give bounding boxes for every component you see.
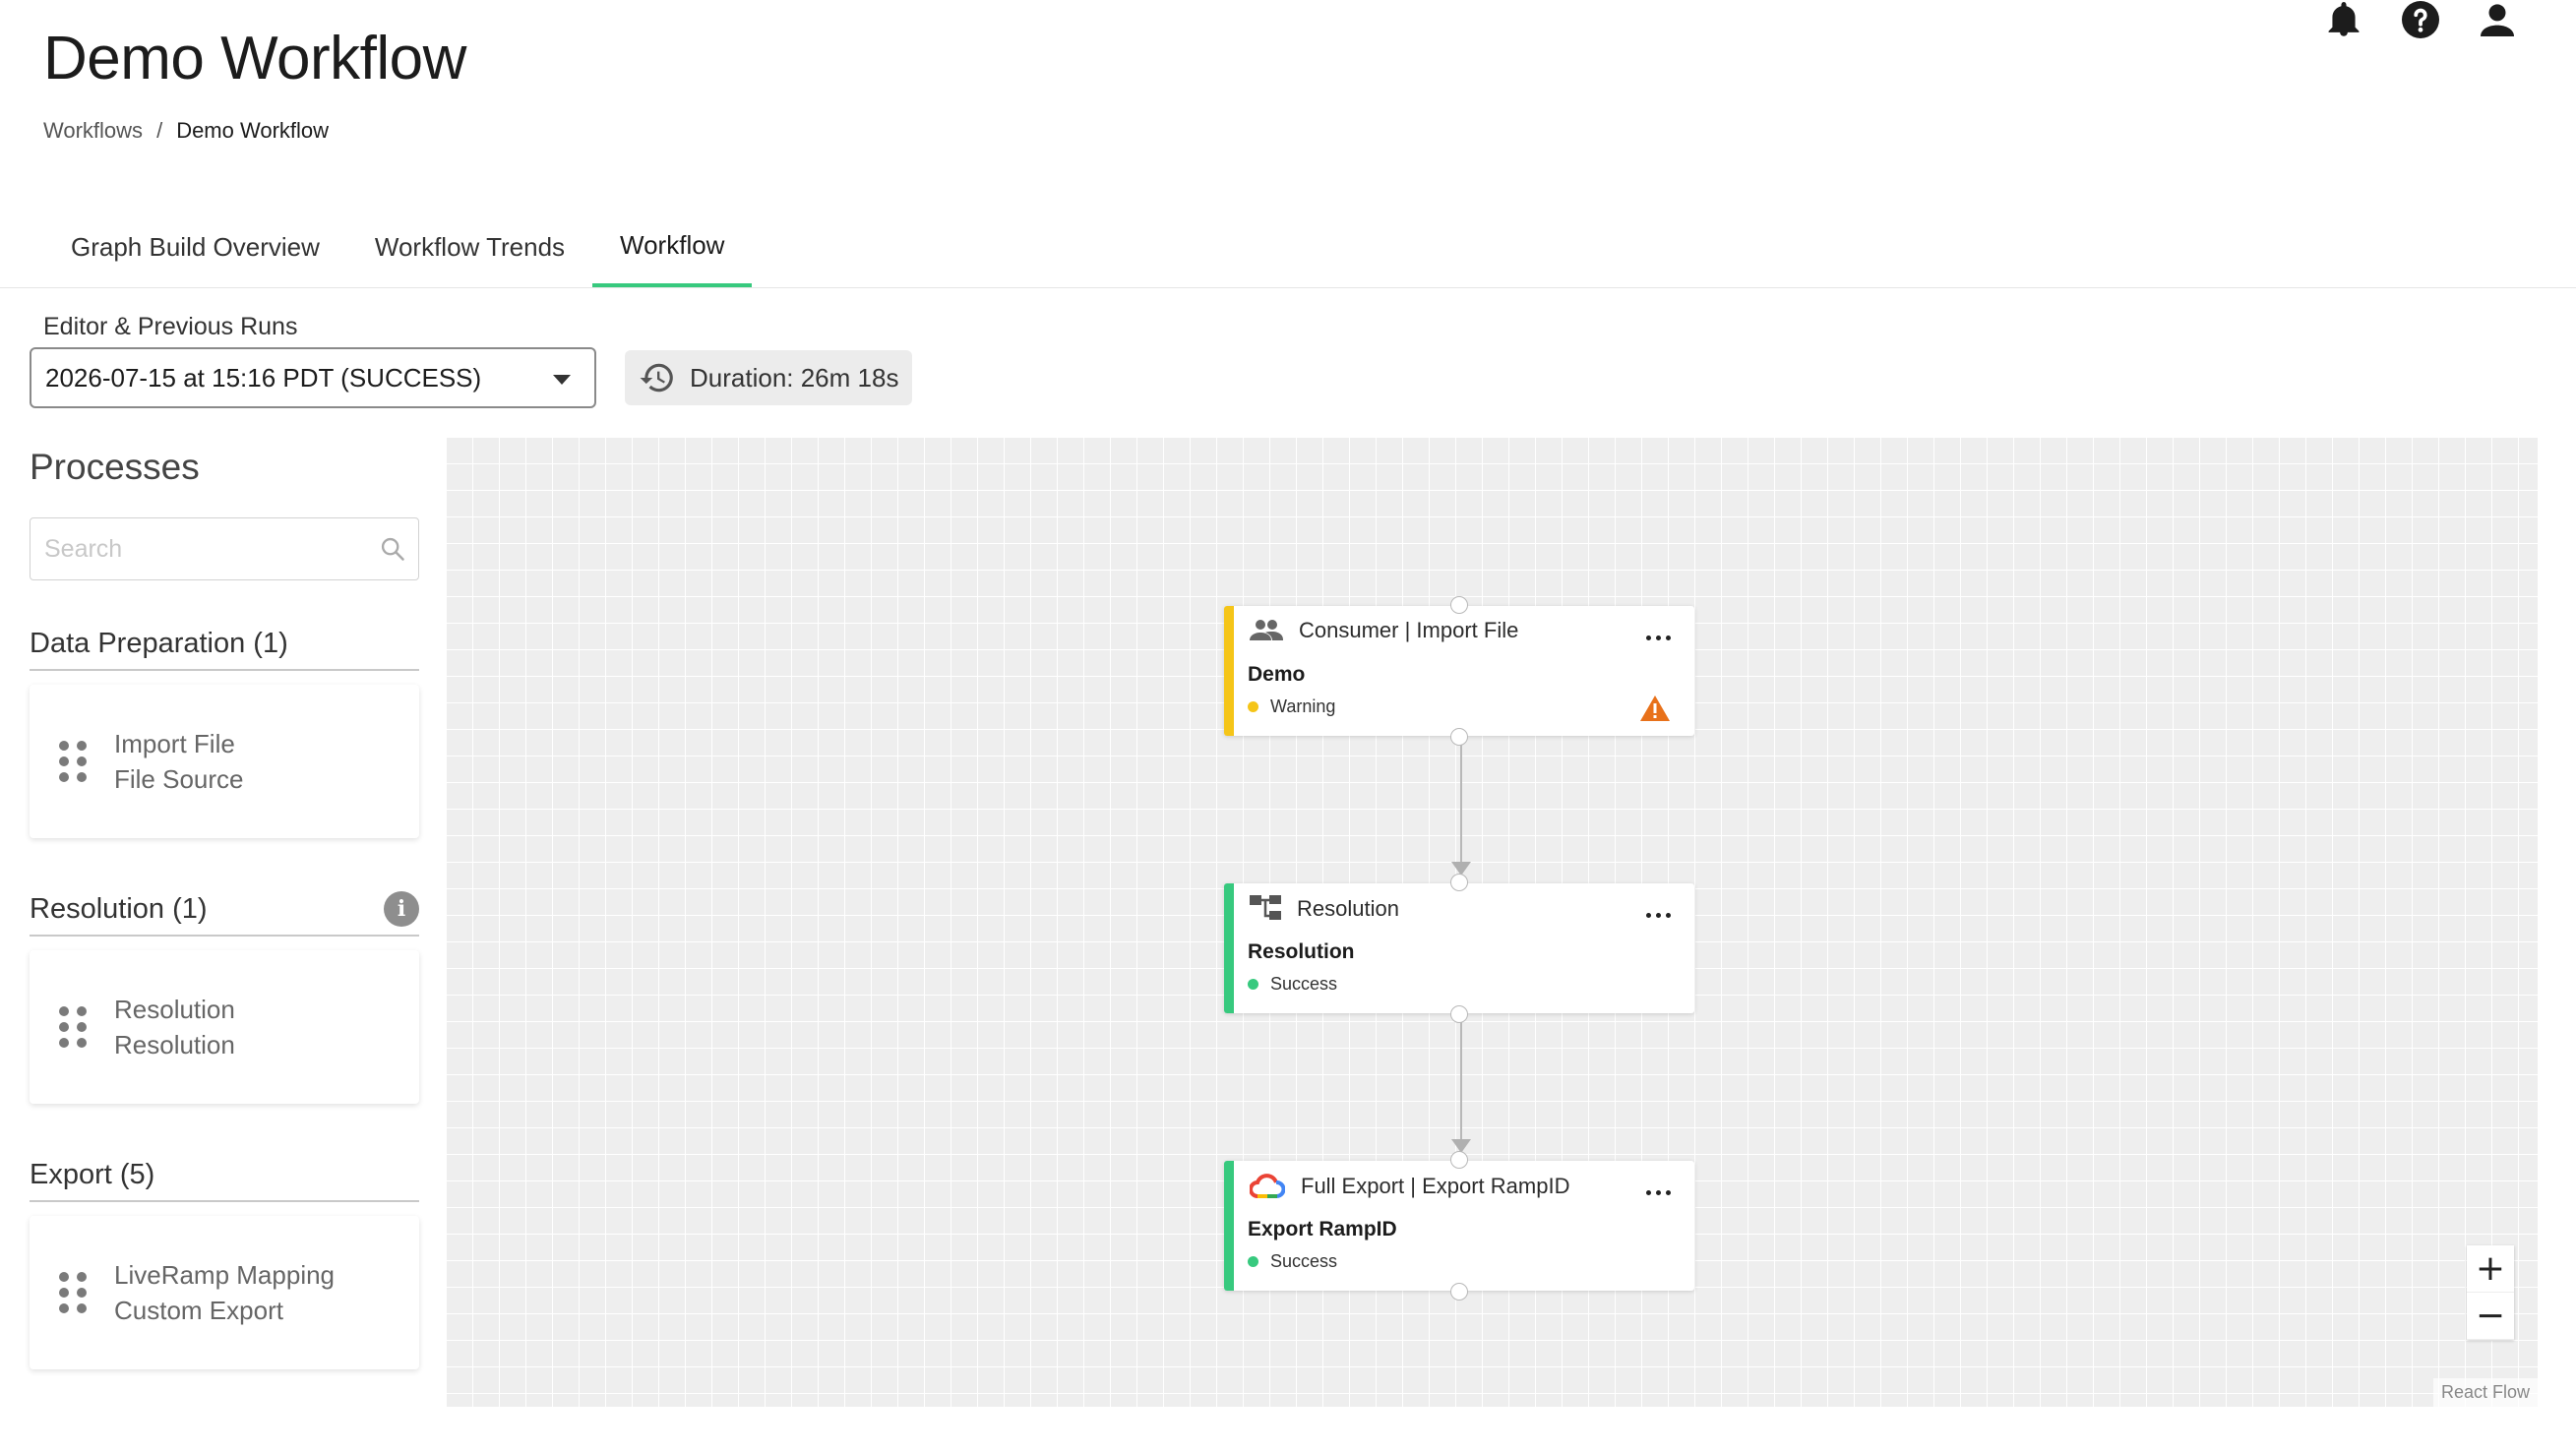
group-data-preparation: Data Preparation (1) Import File File So… [30, 618, 419, 838]
breadcrumb: Workflows / Demo Workflow [43, 118, 329, 144]
user-icon[interactable] [2478, 0, 2517, 39]
users-icon [1250, 620, 1283, 640]
tabs-divider [0, 287, 2576, 288]
workflow-node-import[interactable]: Consumer | Import File Demo Warning [1224, 596, 1694, 746]
zoom-out-button[interactable]: − [2467, 1293, 2514, 1340]
runs-select[interactable]: 2026-07-15 at 15:16 PDT (SUCCESS) [30, 347, 596, 408]
header-icons [2324, 0, 2517, 39]
group-title: Resolution (1) [30, 892, 208, 925]
workflow-node-export[interactable]: Full Export | Export RampID Export RampI… [1224, 1151, 1694, 1301]
group-title: Export (5) [30, 1158, 155, 1190]
group-header[interactable]: Resolution (1) i [30, 883, 419, 937]
zoom-controls: + − [2467, 1245, 2514, 1340]
group-header[interactable]: Data Preparation (1) [30, 618, 419, 671]
drag-handle-icon[interactable] [59, 1006, 87, 1048]
breadcrumb-separator: / [156, 118, 163, 143]
status-dot [1248, 701, 1258, 712]
more-menu-icon[interactable] [1642, 1186, 1675, 1199]
node-output-handle[interactable] [1450, 1005, 1468, 1023]
node-status: Warning [1248, 696, 1335, 717]
status-text: Success [1270, 974, 1338, 994]
search-icon [381, 537, 404, 561]
process-card-liveramp-mapping[interactable]: LiveRamp Mapping Custom Export [30, 1216, 419, 1369]
runs-select-value: 2026-07-15 at 15:16 PDT (SUCCESS) [45, 362, 482, 393]
group-title: Data Preparation (1) [30, 627, 288, 659]
node-header: Resolution [1250, 895, 1399, 923]
google-cloud-icon [1250, 1174, 1285, 1198]
info-icon[interactable]: i [384, 891, 419, 927]
card-line-2: File Source [114, 764, 244, 794]
duration-chip: Duration: 26m 18s [625, 350, 913, 405]
node-header: Full Export | Export RampID [1250, 1173, 1569, 1200]
node-name: Resolution [1248, 940, 1355, 963]
node-input-handle[interactable] [1450, 596, 1468, 614]
react-flow-attribution[interactable]: React Flow [2432, 1378, 2538, 1407]
process-card-import-file[interactable]: Import File File Source [30, 685, 419, 838]
status-text: Warning [1270, 696, 1336, 716]
node-input-handle[interactable] [1450, 1151, 1468, 1169]
node-output-handle[interactable] [1450, 728, 1468, 746]
card-line-2: Resolution [114, 1030, 235, 1059]
node-input-handle[interactable] [1450, 874, 1468, 891]
node-header-text: Consumer | Import File [1299, 618, 1519, 642]
node-header: Consumer | Import File [1250, 618, 1518, 643]
group-export: Export (5) LiveRamp Mapping Custom Expor… [30, 1149, 419, 1369]
node-status: Success [1248, 974, 1337, 995]
more-menu-icon[interactable] [1642, 909, 1675, 922]
group-resolution: Resolution (1) i Resolution Resolution [30, 883, 419, 1104]
drag-handle-icon[interactable] [59, 1272, 87, 1313]
node-header-text: Full Export | Export RampID [1301, 1174, 1570, 1198]
card-line-1: Resolution [114, 995, 235, 1024]
runs-label: Editor & Previous Runs [43, 313, 298, 340]
more-menu-icon[interactable] [1642, 632, 1675, 644]
workflow-canvas[interactable]: Consumer | Import File Demo Warning Reso… [446, 437, 2538, 1407]
history-icon [640, 363, 673, 393]
warning-icon [1640, 696, 1670, 721]
card-line-1: LiveRamp Mapping [114, 1260, 336, 1290]
duration-text: Duration: 26m 18s [690, 362, 899, 393]
breadcrumb-current: Demo Workflow [176, 118, 330, 143]
node-name: Export RampID [1248, 1218, 1397, 1240]
node-output-handle[interactable] [1450, 1283, 1468, 1301]
page-title: Demo Workflow [43, 25, 466, 92]
chevron-down-icon [553, 375, 571, 385]
tabs: Graph Build Overview Workflow Trends Wor… [43, 207, 753, 287]
breadcrumb-root[interactable]: Workflows [43, 118, 143, 144]
help-icon[interactable] [2401, 0, 2440, 39]
card-line-1: Import File [114, 729, 235, 758]
hierarchy-icon [1250, 895, 1281, 920]
tab-graph-build-overview[interactable]: Graph Build Overview [43, 207, 347, 287]
status-dot [1248, 979, 1258, 990]
node-accent [1224, 606, 1234, 736]
status-dot [1248, 1256, 1258, 1267]
bell-icon[interactable] [2324, 0, 2363, 39]
group-header[interactable]: Export (5) [30, 1149, 419, 1202]
process-sidebar: Processes Data Preparation (1) Import Fi… [30, 433, 419, 1369]
node-name: Demo [1248, 663, 1306, 686]
workflow-node-resolution[interactable]: Resolution Resolution Success [1224, 874, 1694, 1023]
search-field [30, 517, 419, 580]
node-accent [1224, 883, 1234, 1013]
search-input[interactable] [31, 518, 418, 579]
drag-handle-icon[interactable] [59, 741, 87, 782]
zoom-in-button[interactable]: + [2467, 1245, 2514, 1293]
card-line-2: Custom Export [114, 1296, 283, 1325]
node-header-text: Resolution [1297, 896, 1399, 921]
processes-title: Processes [30, 447, 200, 487]
tab-workflow-trends[interactable]: Workflow Trends [347, 207, 592, 287]
tab-workflow[interactable]: Workflow [592, 207, 753, 287]
status-text: Success [1270, 1251, 1338, 1271]
node-status: Success [1248, 1251, 1337, 1272]
process-card-resolution[interactable]: Resolution Resolution [30, 950, 419, 1104]
node-accent [1224, 1161, 1234, 1291]
